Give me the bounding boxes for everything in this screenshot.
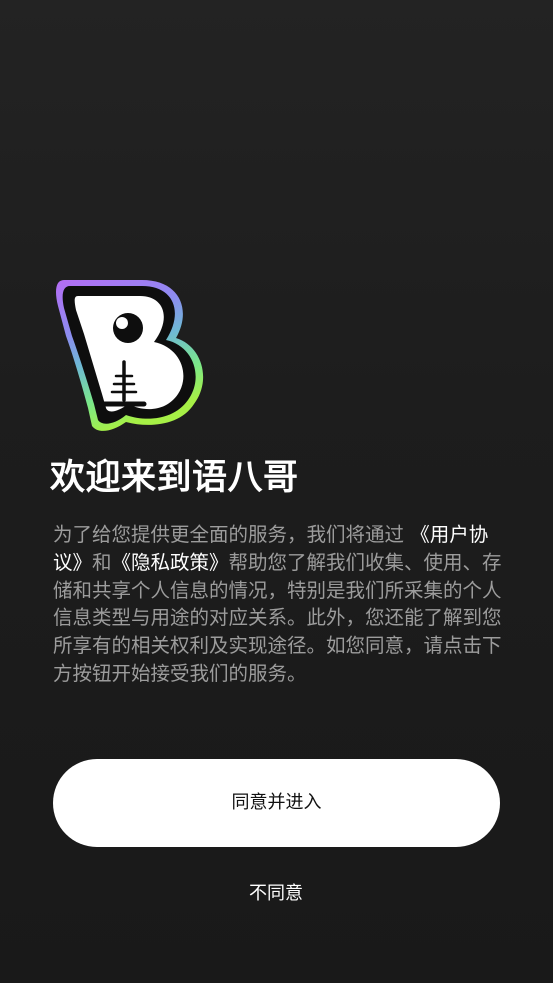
disagree-button[interactable]: 不同意 xyxy=(176,876,376,912)
welcome-title: 欢迎来到语八哥 xyxy=(50,458,299,498)
privacy-policy-link[interactable]: 《隐私政策》 xyxy=(112,551,229,574)
agree-and-enter-button[interactable]: 同意并进入 xyxy=(53,759,500,847)
privacy-notice-intro: 为了给您提供更全面的服务，我们将通过 xyxy=(53,523,405,546)
app-logo-icon xyxy=(52,276,206,436)
privacy-notice-connector: 和 xyxy=(92,550,112,574)
privacy-notice-text: 为了给您提供更全面的服务，我们将通过 《用户协议》和《隐私政策》帮助您了解我们收… xyxy=(53,521,505,688)
